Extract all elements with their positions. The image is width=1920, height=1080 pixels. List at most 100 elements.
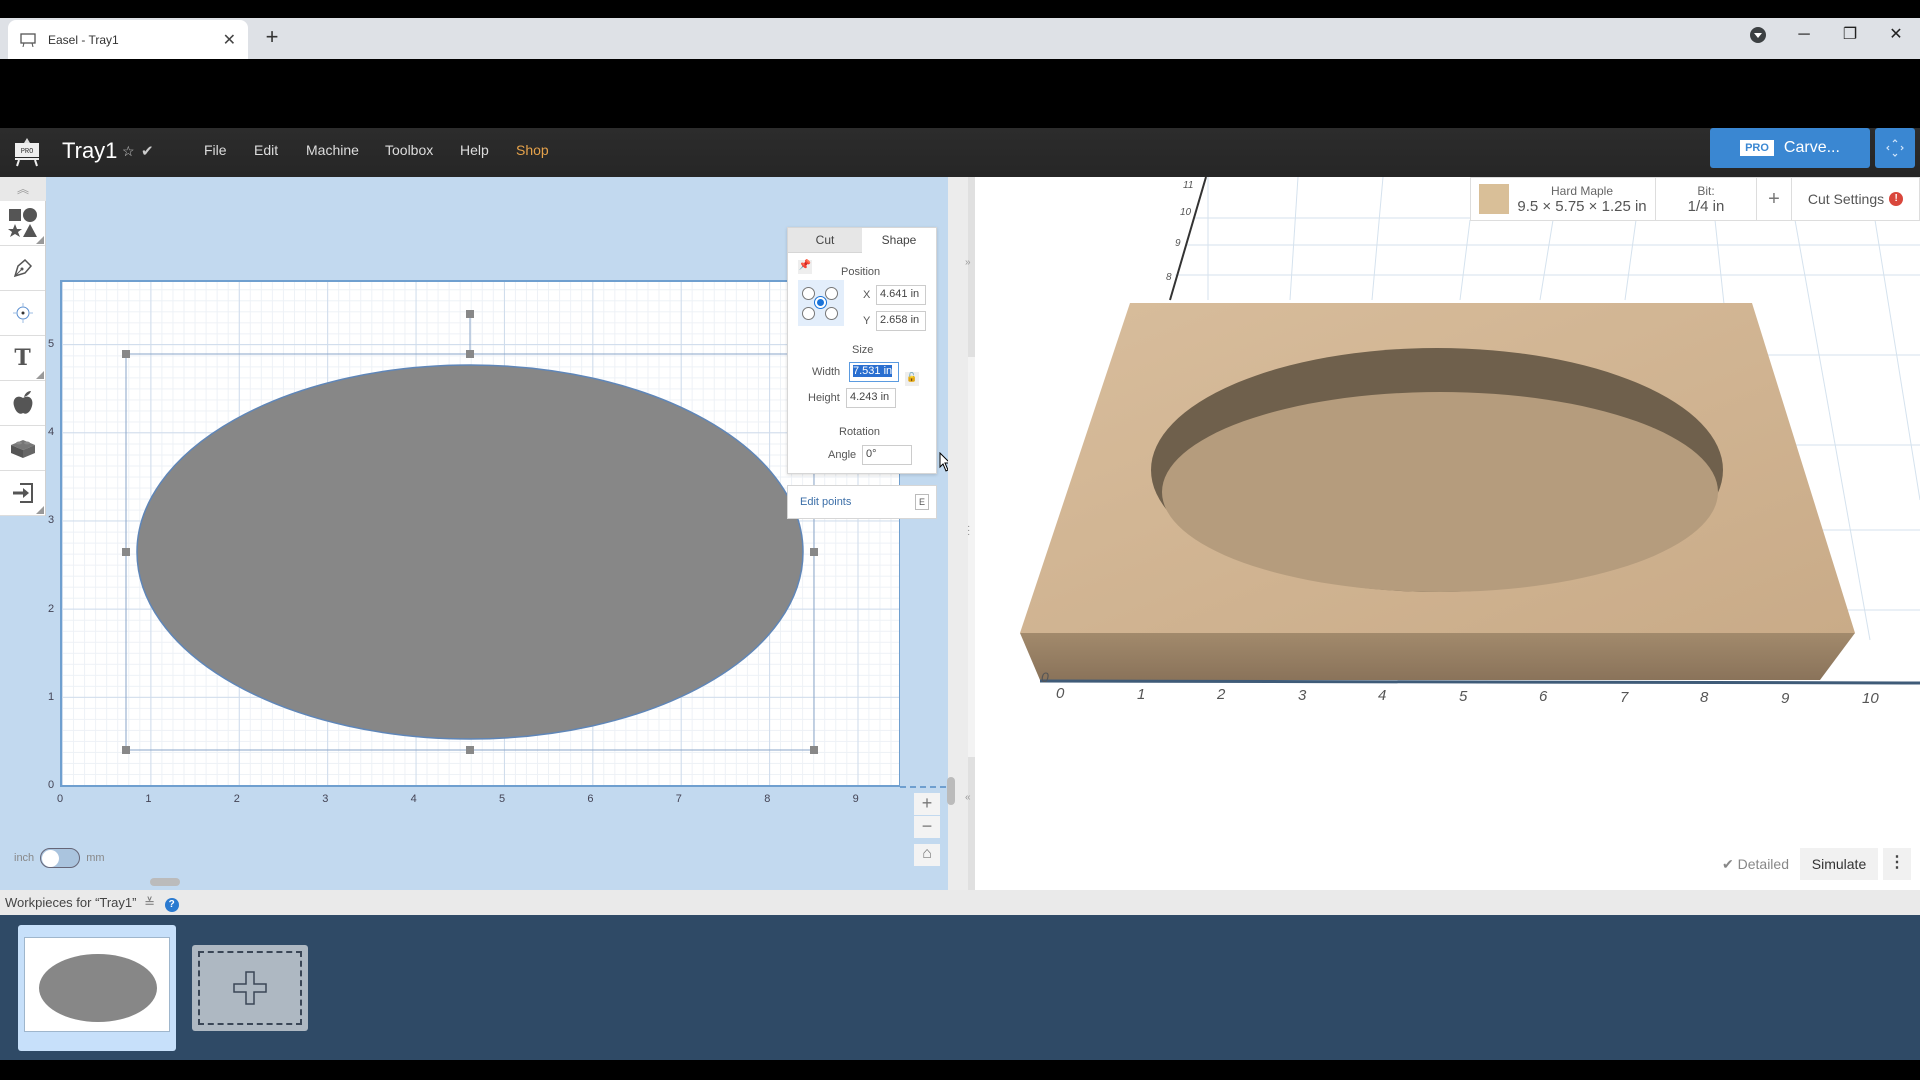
menu-toolbox[interactable]: Toolbox — [385, 142, 433, 158]
handle-top-left — [122, 350, 130, 358]
edit-points-button[interactable]: Edit points E — [787, 485, 937, 519]
workpieces-bar: Workpieces for “Tray1” ≚ ? — [0, 890, 1920, 915]
anchor-selector[interactable] — [798, 280, 844, 326]
cut-settings-label: Cut Settings — [1807, 191, 1885, 207]
tab-cut[interactable]: Cut — [788, 228, 862, 253]
text-icon: T — [14, 345, 31, 371]
canvas-y-tick: 4 — [48, 426, 55, 439]
profile-dropdown-icon[interactable] — [1750, 27, 1766, 43]
unit-inch-label: inch — [14, 852, 35, 864]
favorite-star-icon[interactable]: ☆ — [122, 143, 135, 160]
height-label: Height — [808, 392, 840, 404]
expand-arrows-icon — [1886, 139, 1904, 157]
lock-aspect-icon[interactable]: 🔓 — [905, 372, 919, 386]
angle-input[interactable]: 0° — [862, 445, 912, 465]
x-label: X — [863, 289, 871, 301]
restore-button[interactable]: ❐ — [1828, 20, 1872, 50]
carve-button[interactable]: PRO Carve... — [1710, 128, 1870, 168]
anchor-bottom-left[interactable] — [802, 307, 815, 320]
close-window-button[interactable]: ✕ — [1874, 20, 1918, 50]
saved-check-icon: ✔ — [141, 143, 154, 160]
x-position-input[interactable]: 4.641 in — [876, 285, 926, 305]
easel-pro-logo[interactable]: PRO — [14, 137, 40, 167]
workpieces-expand-icon[interactable]: ≚ — [144, 895, 155, 910]
y-position-input[interactable]: 2.658 in — [876, 311, 926, 331]
new-tab-button[interactable]: + — [258, 24, 286, 52]
menu-machine[interactable]: Machine — [306, 142, 359, 158]
canvas-x-tick: 5 — [499, 793, 506, 805]
angle-label: Angle — [828, 449, 857, 461]
tool-pen[interactable] — [0, 246, 45, 291]
canvas-x-tick: 6 — [587, 793, 594, 805]
detailed-toggle[interactable]: ✔ Detailed — [1722, 856, 1789, 873]
expand-right-icon[interactable]: » — [965, 257, 971, 268]
3d-x-tick: 5 — [1459, 687, 1468, 705]
minimize-button[interactable]: ─ — [1782, 20, 1826, 50]
width-input[interactable]: 7.531 in — [849, 362, 899, 382]
menu-edit[interactable]: Edit — [254, 142, 278, 158]
3d-scene — [1020, 177, 1920, 685]
tool-text[interactable]: T — [0, 336, 45, 381]
add-bit-button[interactable]: + — [1757, 178, 1792, 220]
ellipse-shape[interactable] — [136, 364, 804, 740]
home-view-button[interactable]: ⌂ — [914, 844, 940, 866]
document-title[interactable]: Tray1 — [62, 138, 117, 164]
anchor-top-left[interactable] — [802, 287, 815, 300]
more-options-button[interactable]: ⋮ — [1883, 848, 1911, 880]
expand-view-button[interactable] — [1875, 128, 1915, 168]
drag-handle-icon[interactable]: · · · — [967, 522, 970, 540]
alert-icon: ! — [1889, 192, 1904, 206]
target-icon — [12, 303, 33, 323]
canvas-x-tick: 1 — [145, 793, 152, 805]
anchor-bottom-right[interactable] — [825, 307, 838, 320]
y-label: Y — [863, 315, 871, 327]
canvas-x-tick: 8 — [764, 793, 771, 805]
pin-icon[interactable]: 📌 — [798, 260, 812, 274]
canvas-y-tick: 2 — [48, 602, 55, 615]
tool-shapes[interactable] — [0, 201, 45, 246]
3d-y-tick: 10 — [1180, 207, 1192, 218]
menu-file[interactable]: File — [204, 142, 227, 158]
tab-shape[interactable]: Shape — [862, 228, 936, 253]
horizontal-scrollbar[interactable] — [150, 878, 180, 886]
lego-brick-icon — [10, 440, 35, 458]
menu-help[interactable]: Help — [460, 142, 489, 158]
height-input[interactable]: 4.243 in — [846, 388, 896, 408]
add-workpiece-button[interactable] — [192, 945, 308, 1031]
workpiece-thumbnail[interactable] — [18, 925, 176, 1051]
bit-selector[interactable]: Bit: 1/4 in — [1656, 178, 1757, 220]
unit-switch[interactable] — [40, 848, 81, 868]
workpieces-label: Workpieces for “Tray1” — [5, 895, 137, 910]
shape-properties-panel: Cut Shape 📌 Position X 4.641 in Y 2.658 … — [787, 227, 937, 474]
material-selector[interactable]: Hard Maple 9.5 × 5.75 × 1.25 in — [1471, 178, 1656, 220]
3d-y-tick: 8 — [1166, 272, 1172, 283]
tool-import[interactable] — [0, 471, 45, 516]
carve-label: Carve... — [1783, 139, 1840, 156]
toolbar-collapse-button[interactable]: ︽ — [0, 177, 46, 201]
unit-toggle[interactable]: inch mm — [14, 848, 105, 868]
tool-point[interactable] — [0, 291, 45, 336]
anchor-top-right[interactable] — [825, 287, 838, 300]
tab-close-icon[interactable]: ✕ — [223, 30, 236, 50]
3d-x-tick: 9 — [1781, 689, 1790, 707]
3d-x-tick: 0 — [1056, 685, 1065, 702]
menu-shop[interactable]: Shop — [516, 142, 549, 158]
svg-text:PRO: PRO — [21, 148, 34, 156]
expand-left-icon[interactable]: « — [965, 792, 971, 803]
browser-tab[interactable]: Easel - Tray1 ✕ — [8, 20, 248, 59]
simulate-button[interactable]: Simulate — [1800, 848, 1878, 880]
help-icon[interactable]: ? — [164, 898, 179, 912]
cut-settings-button[interactable]: Cut Settings ! — [1792, 178, 1919, 220]
tab-title: Easel - Tray1 — [48, 32, 119, 47]
zoom-out-button[interactable]: − — [914, 816, 940, 838]
tool-icons[interactable] — [0, 381, 45, 426]
vertical-scrollbar[interactable] — [947, 777, 955, 805]
zoom-in-button[interactable]: + — [914, 793, 940, 815]
material-name: Hard Maple — [1550, 183, 1614, 198]
3d-x-axis-line — [1039, 679, 1920, 685]
handle-left — [122, 548, 130, 556]
3d-preview-area[interactable] — [975, 177, 1920, 890]
canvas-x-tick: 9 — [852, 793, 859, 805]
anchor-center[interactable] — [814, 296, 827, 309]
tool-apps[interactable] — [0, 426, 45, 471]
